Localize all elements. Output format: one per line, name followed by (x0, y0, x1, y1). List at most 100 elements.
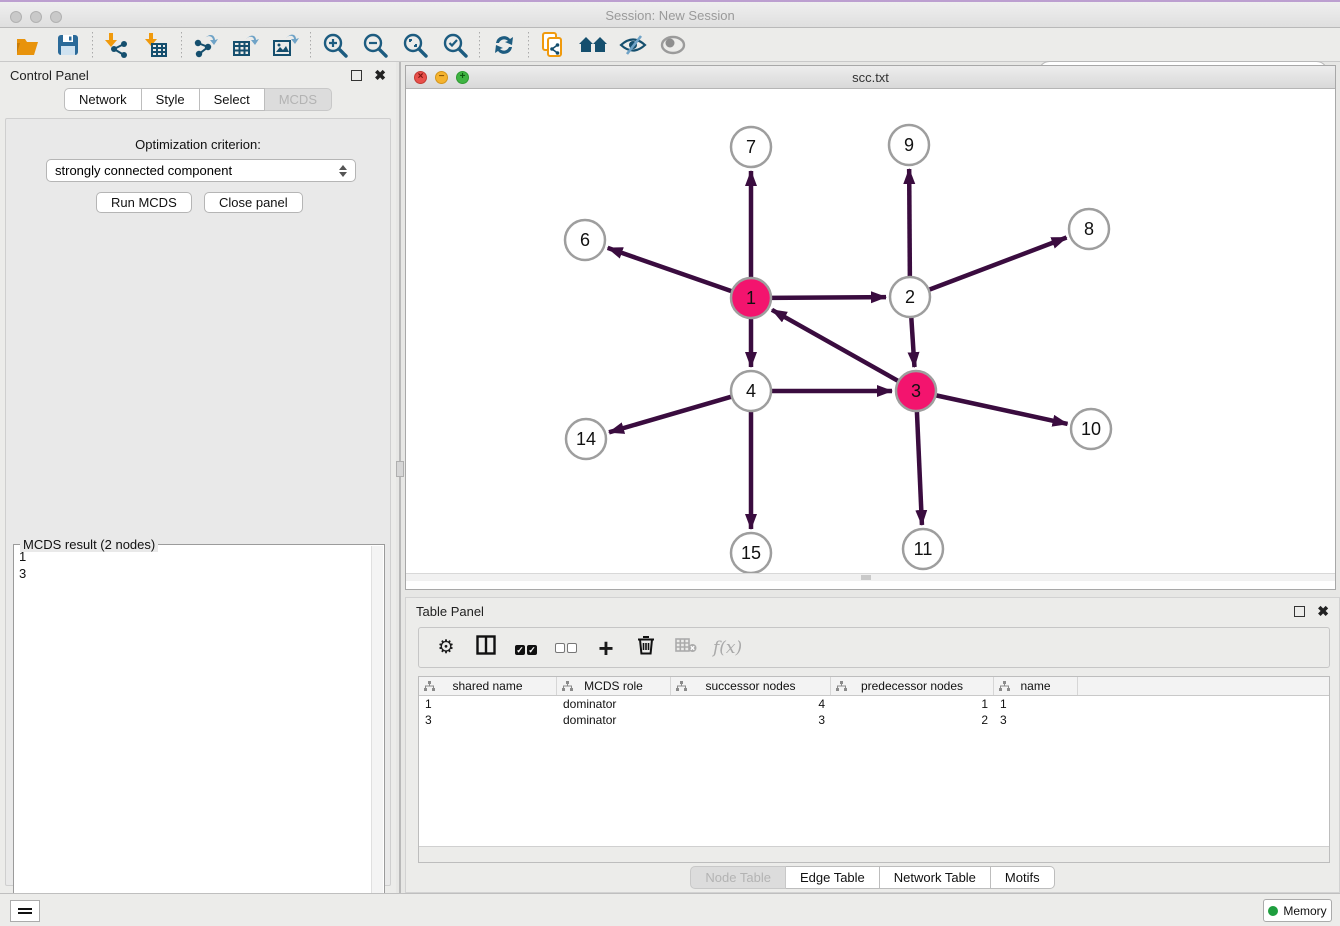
node-table[interactable]: shared nameMCDS rolesuccessor nodesprede… (418, 676, 1330, 863)
delete-column-trash-icon[interactable] (633, 635, 659, 661)
network-canvas[interactable]: 7 9 6 8 1 2 4 3 14 10 15 11 (406, 89, 1335, 581)
zoom-selected-icon[interactable] (435, 30, 475, 60)
column-header-name[interactable]: name (994, 677, 1078, 695)
graph-node-10[interactable]: 10 (1071, 409, 1111, 449)
home-icon[interactable] (573, 30, 613, 60)
graph-node-6[interactable]: 6 (565, 220, 605, 260)
splitter-handle[interactable] (396, 461, 404, 477)
tab-select[interactable]: Select (200, 88, 265, 111)
toolbar-separator (528, 32, 529, 58)
select-all-columns-icon[interactable]: ✓✓ (513, 637, 539, 659)
table-cell[interactable]: 1 (831, 696, 994, 712)
checked-box-icon: ✓ (527, 645, 537, 655)
scrollbar-thumb[interactable] (861, 575, 871, 580)
add-column-plus-icon[interactable]: + (593, 638, 619, 658)
column-header-predecessor-nodes[interactable]: predecessor nodes (831, 677, 994, 695)
table-header-row: shared nameMCDS rolesuccessor nodesprede… (419, 677, 1329, 696)
open-session-icon[interactable] (8, 30, 48, 60)
graph-node-2[interactable]: 2 (890, 277, 930, 317)
edge-2-3[interactable] (911, 317, 914, 367)
control-panel-tabs: NetworkStyleSelectMCDS (0, 88, 396, 111)
tab-motifs[interactable]: Motifs (991, 866, 1055, 889)
table-cell[interactable]: 3 (994, 712, 1078, 728)
table-cell[interactable]: 3 (419, 712, 557, 728)
run-mcds-button[interactable]: Run MCDS (96, 192, 192, 213)
export-image-icon[interactable] (266, 30, 306, 60)
hide-panels-eye-icon[interactable] (613, 30, 653, 60)
memory-button[interactable]: Memory (1263, 899, 1332, 922)
graph-node-11[interactable]: 11 (903, 529, 943, 569)
edge-2-8[interactable] (929, 238, 1067, 290)
graph-node-4[interactable]: 4 (731, 371, 771, 411)
close-panel-icon[interactable]: ✖ (374, 70, 386, 81)
zoom-fit-icon[interactable] (395, 30, 435, 60)
export-network-icon[interactable] (186, 30, 226, 60)
import-network-icon[interactable] (97, 30, 137, 60)
table-cell[interactable]: 1 (419, 696, 557, 712)
column-type-icon (836, 681, 847, 692)
table-toolbar: ⚙ ✓✓ + f(x) (418, 627, 1330, 668)
graph-node-3[interactable]: 3 (896, 371, 936, 411)
table-cell[interactable]: 1 (994, 696, 1078, 712)
mcds-result-box: MCDS result (2 nodes) 13 (13, 544, 385, 922)
mcds-result-list: 13 (19, 548, 370, 919)
zoom-out-icon[interactable] (355, 30, 395, 60)
table-settings-gear-icon[interactable]: ⚙ (433, 636, 459, 659)
column-header-successor-nodes[interactable]: successor nodes (671, 677, 831, 695)
edge-3-1[interactable] (772, 310, 899, 381)
table-cell[interactable]: 4 (671, 696, 831, 712)
control-panel-header: Control Panel ✖ (0, 62, 396, 88)
edge-4-14[interactable] (609, 397, 732, 433)
svg-text:15: 15 (741, 543, 761, 563)
graph-node-15[interactable]: 15 (731, 533, 771, 573)
deselect-all-columns-icon[interactable] (553, 637, 579, 659)
save-session-icon[interactable] (48, 30, 88, 60)
edge-3-10[interactable] (936, 395, 1068, 424)
toolbar-separator (181, 32, 182, 58)
panel-splitter[interactable] (399, 62, 401, 893)
duplicate-network-icon[interactable] (533, 30, 573, 60)
edge-1-2[interactable] (771, 297, 886, 298)
network-view-window: × − + scc.txt 7968124314101511 (405, 65, 1336, 590)
graph-node-1[interactable]: 1 (731, 278, 771, 318)
tab-network[interactable]: Network (64, 88, 142, 111)
result-scrollbar[interactable] (371, 546, 383, 920)
import-table-icon[interactable] (137, 30, 177, 60)
graph-node-14[interactable]: 14 (566, 419, 606, 459)
network-graph[interactable]: 7 9 6 8 1 2 4 3 14 10 15 11 (406, 89, 1335, 573)
column-header-shared-name[interactable]: shared name (419, 677, 557, 695)
edge-2-9[interactable] (909, 169, 910, 277)
task-history-button[interactable] (10, 900, 40, 922)
graph-node-8[interactable]: 8 (1069, 209, 1109, 249)
apply-layout-icon[interactable] (484, 30, 524, 60)
float-panel-icon[interactable] (351, 70, 362, 81)
tab-network-table[interactable]: Network Table (880, 866, 991, 889)
edge-1-6[interactable] (608, 248, 732, 291)
table-cell[interactable]: 3 (671, 712, 831, 728)
tab-node-table[interactable]: Node Table (690, 866, 786, 889)
table-row[interactable]: 3dominator323 (419, 712, 1329, 728)
tab-style[interactable]: Style (142, 88, 200, 111)
table-row[interactable]: 1dominator411 (419, 696, 1329, 712)
table-cell[interactable]: dominator (557, 696, 671, 712)
edge-3-11[interactable] (917, 411, 922, 525)
graph-node-7[interactable]: 7 (731, 127, 771, 167)
optimization-criterion-select[interactable]: strongly connected component (46, 159, 356, 182)
float-panel-icon[interactable] (1294, 606, 1305, 617)
zoom-in-icon[interactable] (315, 30, 355, 60)
column-layout-icon[interactable] (473, 635, 499, 661)
tab-mcds[interactable]: MCDS (265, 88, 332, 111)
export-table-icon[interactable] (226, 30, 266, 60)
table-cell[interactable]: 2 (831, 712, 994, 728)
network-horizontal-scrollbar[interactable] (406, 573, 1335, 581)
table-cell[interactable]: dominator (557, 712, 671, 728)
svg-text:7: 7 (746, 137, 756, 157)
column-header-MCDS-role[interactable]: MCDS role (557, 677, 671, 695)
table-horizontal-scrollbar[interactable] (419, 846, 1329, 862)
app-titlebar: Session: New Session (0, 0, 1340, 28)
show-panels-eye-icon[interactable] (653, 30, 693, 60)
tab-edge-table[interactable]: Edge Table (786, 866, 880, 889)
graph-node-9[interactable]: 9 (889, 125, 929, 165)
close-panel-icon[interactable]: ✖ (1317, 606, 1329, 617)
close-panel-button[interactable]: Close panel (204, 192, 303, 213)
